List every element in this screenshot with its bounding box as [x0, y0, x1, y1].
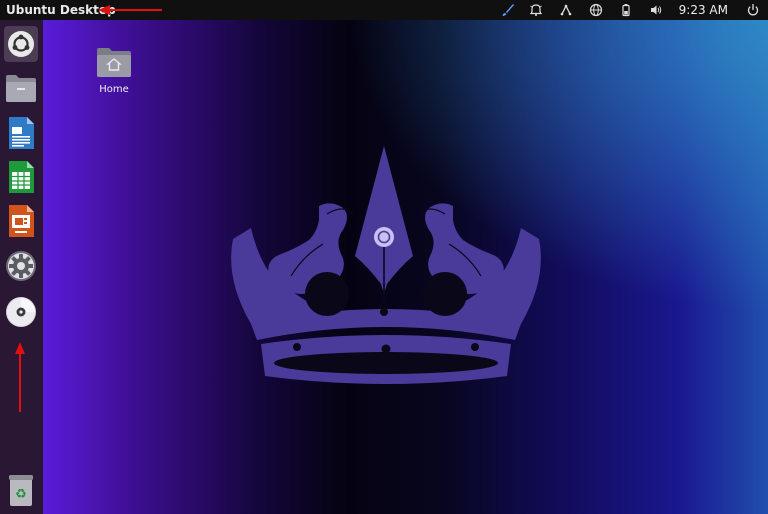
- calc-spreadsheet-icon: [9, 161, 34, 193]
- annotation-arrow-up: [15, 342, 25, 412]
- launcher-dock: ♻: [0, 20, 43, 514]
- battery-icon[interactable]: [611, 0, 641, 20]
- network-icon[interactable]: [551, 0, 581, 20]
- dock-ubuntu-logo[interactable]: [4, 26, 38, 62]
- brush-icon[interactable]: [495, 0, 521, 20]
- home-folder-icon: [97, 48, 131, 77]
- top-bar: Ubuntu Desktop 9:23 AM: [0, 0, 768, 20]
- folder-icon: [6, 75, 36, 102]
- notification-bell-icon[interactable]: [521, 0, 551, 20]
- dock-libreoffice-impress[interactable]: [4, 203, 38, 239]
- power-icon[interactable]: [742, 0, 764, 20]
- dock-optical-disc[interactable]: [4, 294, 38, 330]
- desktop-icon-label: Home: [99, 84, 129, 95]
- dock-files[interactable]: [4, 70, 38, 106]
- volume-icon[interactable]: [641, 0, 671, 20]
- writer-document-icon: [9, 117, 34, 149]
- clock[interactable]: 9:23 AM: [679, 3, 728, 17]
- ubuntu-logo-icon: [8, 31, 34, 57]
- app-title[interactable]: Ubuntu Desktop: [6, 0, 116, 20]
- dock-libreoffice-writer[interactable]: [4, 115, 38, 151]
- crown-logo-wallpaper: [231, 146, 541, 384]
- dock-libreoffice-calc[interactable]: [4, 159, 38, 195]
- dock-settings[interactable]: [4, 248, 38, 284]
- gear-icon: [6, 251, 36, 281]
- disc-icon: [6, 297, 36, 327]
- impress-presentation-icon: [9, 205, 34, 237]
- desktop-background: Home: [43, 20, 768, 514]
- dock-trash[interactable]: ♻: [4, 472, 38, 508]
- desktop-icon-home[interactable]: Home: [89, 46, 139, 95]
- trash-icon: ♻: [9, 475, 33, 506]
- system-tray: 9:23 AM: [495, 0, 768, 20]
- globe-icon[interactable]: [581, 0, 611, 20]
- svg-text:♻: ♻: [15, 487, 27, 502]
